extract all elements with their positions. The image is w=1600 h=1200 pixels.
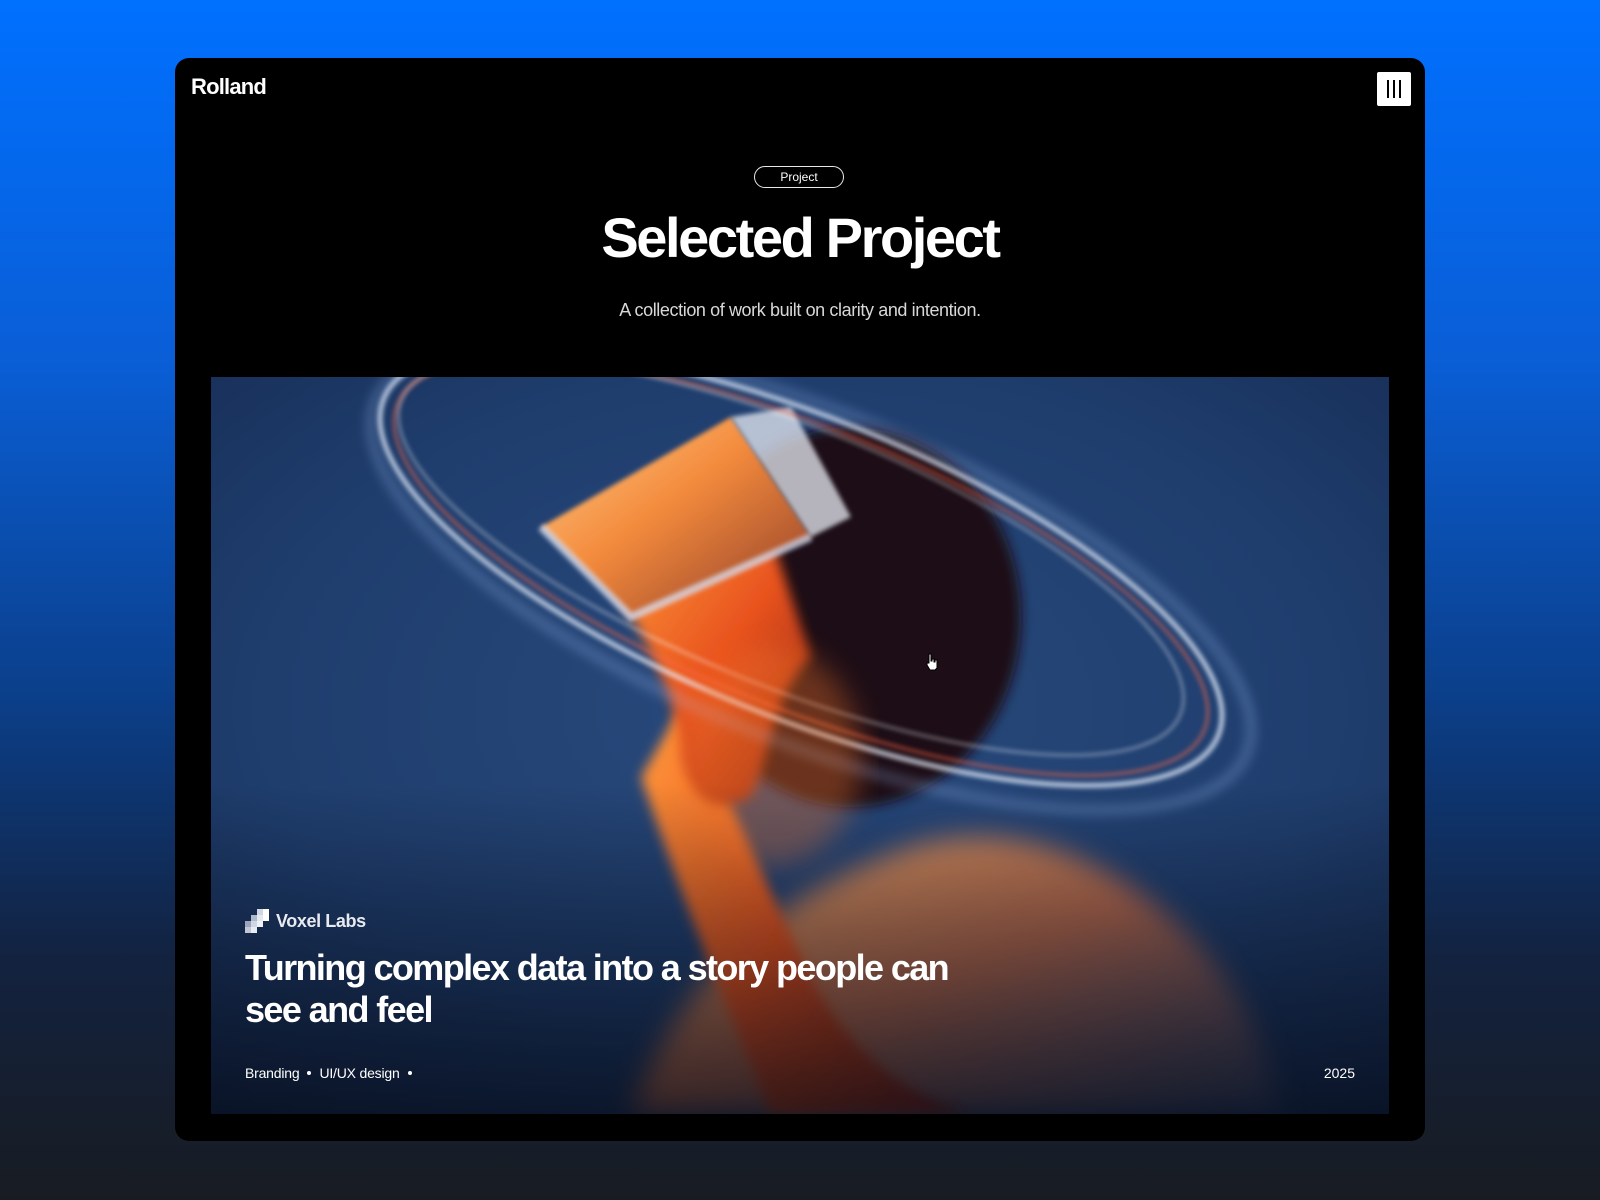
tag-uiux-design: UI/UX design: [319, 1065, 400, 1081]
browser-frame: Rolland Project Selected Project A colle…: [175, 58, 1425, 1141]
tag-separator: [307, 1071, 312, 1075]
page-subtitle: A collection of work built on clarity an…: [619, 300, 981, 320]
tag-separator: [407, 1071, 412, 1075]
menu-bars-icon: [1399, 80, 1401, 98]
menu-bars-icon: [1393, 80, 1395, 98]
hand-cursor-icon: [926, 653, 938, 671]
site-logo[interactable]: Rolland: [191, 74, 267, 100]
project-tags: Branding UI/UX design: [245, 1065, 412, 1081]
top-bar: Rolland: [175, 58, 1425, 118]
project-card[interactable]: Voxel Labs Turning complex data into a s…: [211, 377, 1389, 1114]
client-name: Voxel Labs: [276, 910, 366, 931]
client-brand: Voxel Labs: [245, 909, 366, 933]
tag-branding: Branding: [245, 1065, 300, 1081]
pixel-grid-icon: [245, 909, 269, 933]
project-year: 2025: [1323, 1065, 1355, 1081]
section-badge: Project: [754, 166, 844, 188]
project-headline[interactable]: Turning complex data into a story people…: [245, 947, 1005, 1031]
page-title: Selected Project: [601, 206, 1001, 269]
menu-button[interactable]: [1377, 72, 1411, 106]
menu-bars-icon: [1387, 80, 1389, 98]
